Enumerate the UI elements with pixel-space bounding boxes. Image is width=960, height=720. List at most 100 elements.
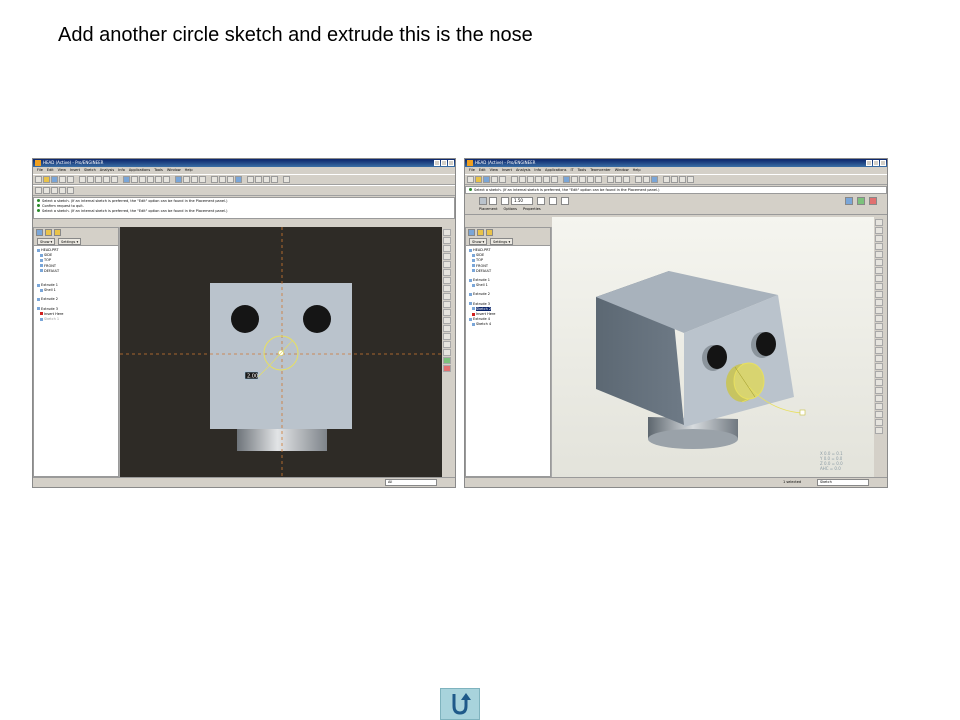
modify-icon[interactable]: [443, 309, 451, 316]
undo-icon[interactable]: [79, 176, 86, 183]
layers-icon[interactable]: [623, 176, 630, 183]
use-edge-icon[interactable]: [443, 293, 451, 300]
constraints-icon[interactable]: [443, 317, 451, 324]
favorites-tab-icon[interactable]: [486, 229, 493, 236]
menu-analysis[interactable]: Analysis: [516, 167, 530, 174]
extrude-tool-icon[interactable]: [875, 275, 883, 282]
draft-tool-icon[interactable]: [875, 323, 883, 330]
zoom-out-icon[interactable]: [587, 176, 594, 183]
orient-icon[interactable]: [175, 176, 182, 183]
menu-teamcenter[interactable]: Teamcenter: [590, 167, 611, 174]
remove-material-icon[interactable]: [549, 197, 557, 205]
trim-tool-icon[interactable]: [875, 371, 883, 378]
back-button[interactable]: [440, 688, 480, 720]
solidify-tool-icon[interactable]: [875, 387, 883, 394]
select-icon[interactable]: [443, 229, 451, 236]
menu-view[interactable]: View: [490, 167, 498, 174]
model-tree-tab-icon[interactable]: [468, 229, 475, 236]
depth-drag-handle[interactable]: [799, 409, 806, 416]
close-icon[interactable]: [880, 160, 886, 166]
print-icon[interactable]: [59, 176, 66, 183]
spline-icon[interactable]: [443, 277, 451, 284]
tree-item[interactable]: DEFAULT: [469, 269, 550, 274]
sketch-tool-icon[interactable]: [875, 243, 883, 250]
zoom-in-icon[interactable]: [147, 176, 154, 183]
regenerate-icon[interactable]: [563, 176, 570, 183]
menu-info[interactable]: Info: [118, 167, 125, 174]
tree-settings-button[interactable]: Settings ▾: [490, 238, 514, 245]
shading-icon[interactable]: [651, 176, 658, 183]
intersect-tool-icon[interactable]: [875, 403, 883, 410]
hidden-line-icon[interactable]: [219, 176, 226, 183]
close-icon[interactable]: [448, 160, 454, 166]
folder-browser-tab-icon[interactable]: [45, 229, 52, 236]
thicken-icon[interactable]: [561, 197, 569, 205]
menu-info[interactable]: Info: [534, 167, 541, 174]
email-icon[interactable]: [67, 176, 74, 183]
menu-help[interactable]: Help: [633, 167, 641, 174]
arc-icon[interactable]: [443, 261, 451, 268]
tree-item[interactable]: Shell 1: [37, 288, 118, 293]
menu-edit[interactable]: Edit: [47, 167, 54, 174]
cut-icon[interactable]: [95, 176, 102, 183]
minimize-icon[interactable]: [434, 160, 440, 166]
menu-insert[interactable]: Insert: [502, 167, 512, 174]
fill-tool-icon[interactable]: [875, 411, 883, 418]
sweep-tool-icon[interactable]: [875, 291, 883, 298]
menu-help[interactable]: Help: [185, 167, 193, 174]
redo-icon[interactable]: [87, 176, 94, 183]
dimension-display-icon[interactable]: [43, 187, 50, 194]
coordinate-systems-icon[interactable]: [687, 176, 694, 183]
redo-icon[interactable]: [519, 176, 526, 183]
menu-file[interactable]: File: [469, 167, 475, 174]
trim-icon[interactable]: [443, 341, 451, 348]
tree-item[interactable]: Sketch 1: [37, 317, 118, 322]
tree-settings-button[interactable]: Settings ▾: [58, 238, 82, 245]
point-icon[interactable]: [443, 285, 451, 292]
extend-tool-icon[interactable]: [875, 419, 883, 426]
datum-axis-tool-icon[interactable]: [875, 227, 883, 234]
depth-option-icon[interactable]: [501, 197, 509, 205]
quit-x-icon[interactable]: [443, 365, 451, 372]
nose-extrude-cap[interactable]: [733, 362, 765, 400]
rib-tool-icon[interactable]: [875, 315, 883, 322]
pause-icon[interactable]: [845, 197, 853, 205]
help-icon[interactable]: [283, 176, 290, 183]
menu-it[interactable]: IT: [570, 167, 573, 174]
binoculars-icon[interactable]: [551, 176, 558, 183]
menu-applications[interactable]: Applications: [129, 167, 150, 174]
favorites-tab-icon[interactable]: [54, 229, 61, 236]
round-tool-icon[interactable]: [875, 331, 883, 338]
merge-tool-icon[interactable]: [875, 363, 883, 370]
solid-extrude-icon[interactable]: [479, 197, 487, 205]
model-tree-tab-icon[interactable]: [36, 229, 43, 236]
paste-icon[interactable]: [111, 176, 118, 183]
tab-options[interactable]: Options: [503, 207, 517, 211]
hole-tool-icon[interactable]: [875, 299, 883, 306]
wireframe-icon[interactable]: [635, 176, 642, 183]
menu-window[interactable]: Window: [167, 167, 181, 174]
find-icon[interactable]: [131, 176, 138, 183]
saved-views-icon[interactable]: [183, 176, 190, 183]
datum-axes-icon[interactable]: [671, 176, 678, 183]
palette-icon[interactable]: [443, 333, 451, 340]
coordinate-systems-icon[interactable]: [271, 176, 278, 183]
graphics-area[interactable]: 2.00: [120, 227, 442, 479]
repaint-icon[interactable]: [571, 176, 578, 183]
no-hidden-icon[interactable]: [227, 176, 234, 183]
tab-placement[interactable]: Placement: [479, 207, 497, 211]
flip-direction-icon[interactable]: [537, 197, 545, 205]
line-icon[interactable]: [443, 237, 451, 244]
zoom-out-icon[interactable]: [155, 176, 162, 183]
copy-icon[interactable]: [535, 176, 542, 183]
minimize-icon[interactable]: [866, 160, 872, 166]
cut-icon[interactable]: [527, 176, 534, 183]
mirror-icon[interactable]: [443, 349, 451, 356]
window-controls[interactable]: [434, 160, 454, 166]
refit-icon[interactable]: [163, 176, 170, 183]
menu-analysis[interactable]: Analysis: [100, 167, 114, 174]
new-file-icon[interactable]: [35, 176, 42, 183]
csys-tool-icon[interactable]: [875, 259, 883, 266]
folder-browser-tab-icon[interactable]: [477, 229, 484, 236]
window-controls[interactable]: [866, 160, 886, 166]
